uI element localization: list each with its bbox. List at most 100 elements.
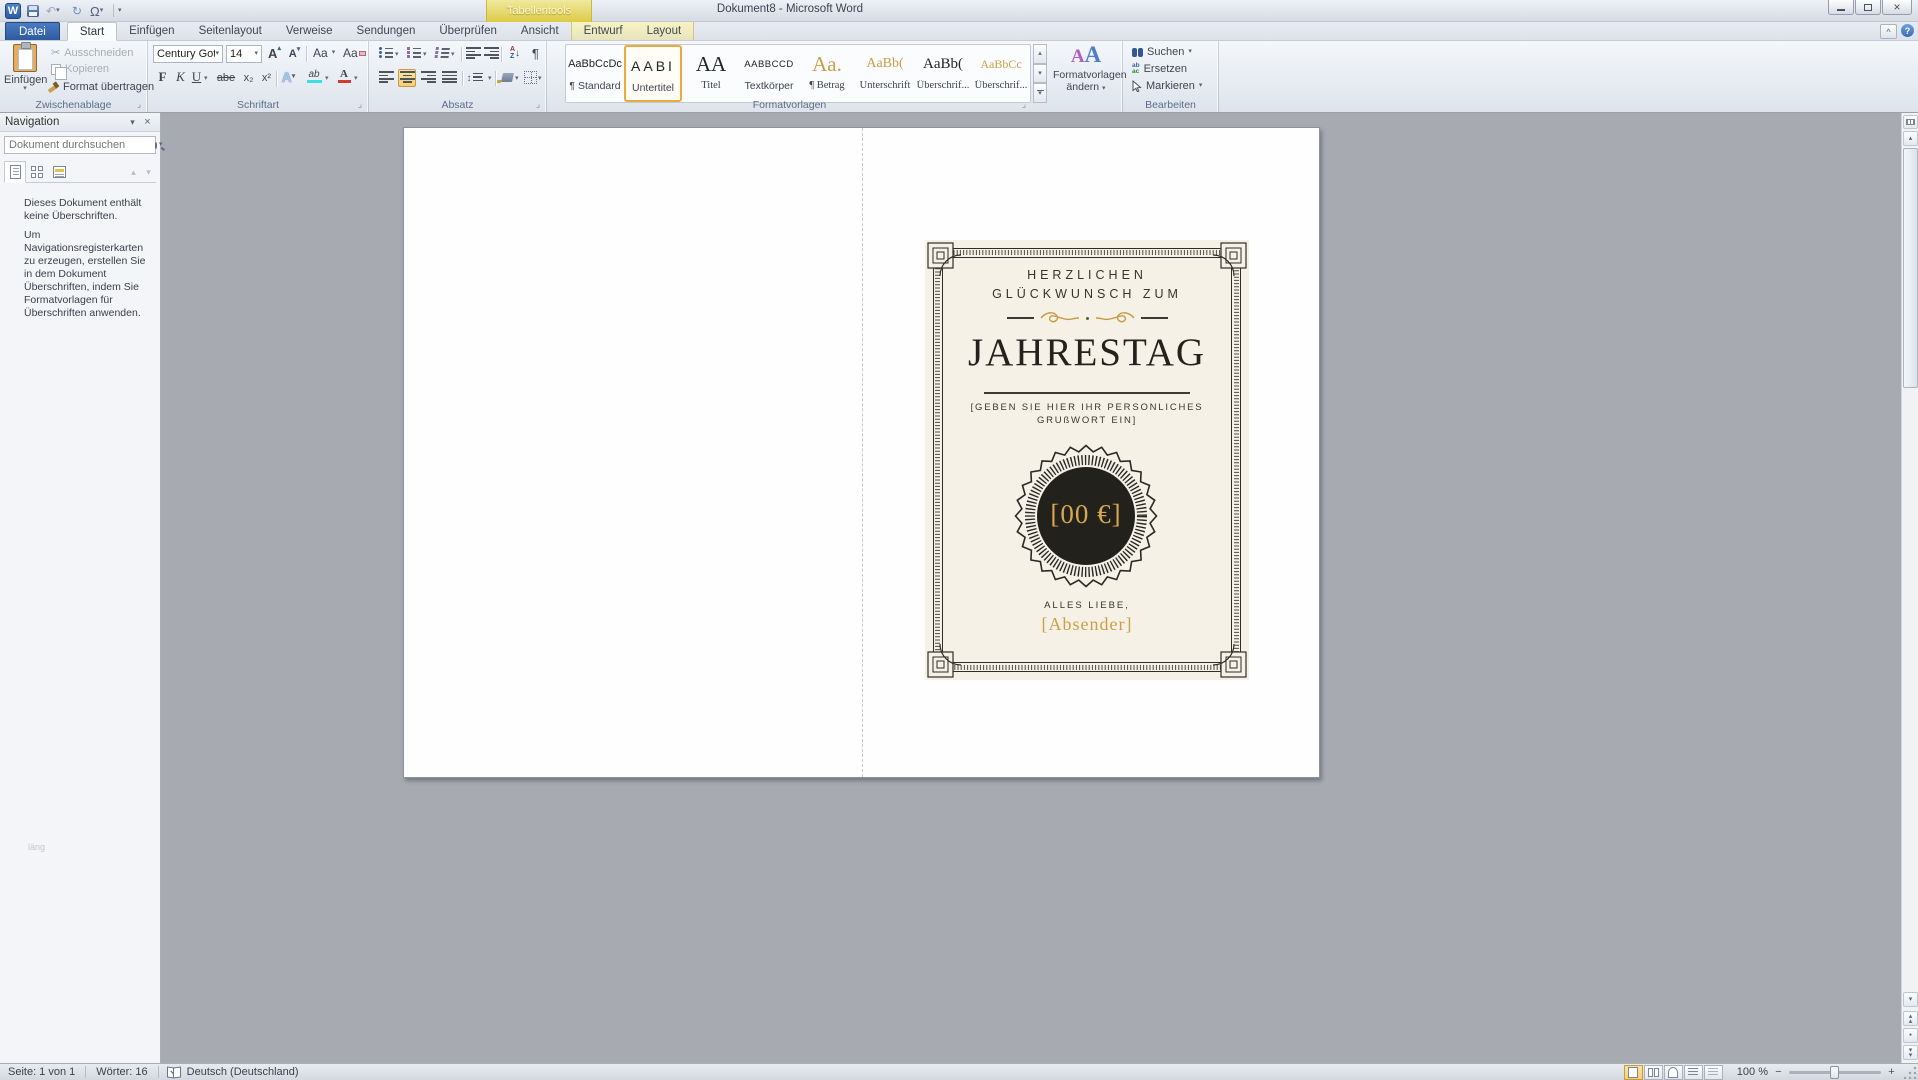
zoom-slider-thumb[interactable] bbox=[1830, 1065, 1839, 1079]
bullets-button[interactable] bbox=[377, 46, 394, 62]
scroll-down-button[interactable]: ▾ bbox=[1903, 992, 1918, 1007]
replace-button[interactable]: ab ac Ersetzen bbox=[1129, 62, 1190, 76]
italic-button[interactable]: K bbox=[172, 69, 189, 85]
chevron-down-icon[interactable]: ▾ bbox=[488, 75, 492, 82]
previous-heading-button[interactable]: ▴ bbox=[126, 165, 141, 179]
highlight-button[interactable]: ab bbox=[304, 69, 324, 83]
chevron-down-icon[interactable]: ▾ bbox=[395, 51, 399, 58]
undo-button[interactable]: ↶ ▾ bbox=[46, 3, 60, 19]
tab-ueberpruefen[interactable]: Überprüfen bbox=[427, 22, 509, 40]
multilevel-list-button[interactable] bbox=[433, 46, 450, 62]
scroll-up-button[interactable]: ▴ bbox=[1903, 131, 1918, 146]
chevron-down-icon[interactable]: ▾ bbox=[451, 51, 455, 58]
line-spacing-button[interactable]: ↕ bbox=[466, 70, 483, 86]
decrease-indent-button[interactable] bbox=[465, 46, 482, 62]
style-untertitel[interactable]: AABI Untertitel bbox=[624, 45, 682, 102]
paste-button[interactable]: Einfügen ▾ bbox=[4, 42, 47, 100]
document-page[interactable]: HERZLICHEN GLÜCKWUNSCH ZUM JAHRESTAG [GE… bbox=[403, 127, 1320, 778]
document-search-box[interactable]: ▾ bbox=[4, 136, 163, 154]
font-color-button[interactable]: A bbox=[336, 68, 352, 83]
draft-view-button[interactable] bbox=[1703, 1064, 1723, 1080]
tab-datei[interactable]: Datei bbox=[5, 22, 60, 40]
grow-font-button[interactable]: A ▴ bbox=[266, 45, 283, 61]
close-button[interactable]: × bbox=[1882, 0, 1912, 15]
tab-ansicht[interactable]: Ansicht bbox=[509, 22, 571, 40]
maximize-button[interactable] bbox=[1855, 0, 1881, 15]
dialog-launcher-icon[interactable]: ⌟ bbox=[1019, 100, 1029, 110]
qat-customize-button[interactable]: ▾ bbox=[118, 3, 122, 19]
chevron-down-icon[interactable]: ▾ bbox=[538, 75, 542, 82]
align-left-button[interactable] bbox=[377, 69, 395, 87]
tab-seitenlayout[interactable]: Seitenlayout bbox=[187, 22, 274, 40]
tab-sendungen[interactable]: Sendungen bbox=[345, 22, 428, 40]
style-textkoerper[interactable]: AABBCCD Textkörper bbox=[740, 45, 798, 102]
borders-button[interactable] bbox=[522, 69, 539, 85]
gallery-scroll-up-button[interactable]: ▴ bbox=[1033, 44, 1047, 64]
tab-einfuegen[interactable]: Einfügen bbox=[117, 22, 186, 40]
select-button[interactable]: Markieren ▾ bbox=[1129, 79, 1205, 93]
style-titel[interactable]: AA Titel bbox=[682, 45, 740, 102]
vertical-scrollbar[interactable]: ▴ ▾ ▴ ▴ ● ▾ ▾ bbox=[1901, 113, 1918, 1063]
previous-page-button[interactable]: ▴ ▴ bbox=[1903, 1011, 1918, 1026]
search-input[interactable] bbox=[5, 139, 155, 151]
zoom-slider[interactable] bbox=[1789, 1065, 1881, 1079]
minimize-button[interactable] bbox=[1828, 0, 1854, 15]
change-case-button[interactable]: Aa ▾ bbox=[310, 45, 338, 61]
font-name-combo[interactable]: Century Goth ▾ bbox=[153, 45, 223, 63]
chevron-down-icon[interactable]: ▾ bbox=[515, 75, 519, 82]
find-button[interactable]: Suchen ▾ bbox=[1129, 45, 1195, 59]
style-ueberschrift1[interactable]: AaBb( Überschrif... bbox=[914, 45, 972, 102]
redo-button[interactable]: ↻ bbox=[72, 3, 82, 19]
style-betrag[interactable]: Aa. ¶ Betrag bbox=[798, 45, 856, 102]
next-heading-button[interactable]: ▾ bbox=[141, 165, 156, 179]
shrink-font-button[interactable]: A ▾ bbox=[286, 46, 303, 62]
zoom-out-button[interactable]: − bbox=[1772, 1066, 1785, 1079]
page-indicator[interactable]: Seite: 1 von 1 bbox=[4, 1066, 79, 1078]
web-layout-view-button[interactable] bbox=[1663, 1064, 1683, 1080]
gallery-scroll-down-button[interactable]: ▾ bbox=[1033, 63, 1047, 84]
change-styles-button[interactable]: AA Formatvorlagen ändern ▾ bbox=[1053, 43, 1127, 94]
subscript-button[interactable]: x₂ bbox=[240, 70, 257, 86]
fullscreen-reading-view-button[interactable] bbox=[1643, 1064, 1663, 1080]
format-painter-button[interactable]: Format übertragen bbox=[44, 80, 157, 94]
language-indicator[interactable]: Deutsch (Deutschland) bbox=[183, 1066, 303, 1078]
pane-menu-button[interactable]: ▾ bbox=[125, 115, 140, 129]
tab-browse-pages[interactable] bbox=[26, 161, 48, 183]
copy-button[interactable]: Kopieren bbox=[48, 62, 112, 80]
zoom-level[interactable]: 100 % bbox=[1733, 1066, 1772, 1078]
outline-view-button[interactable] bbox=[1683, 1064, 1703, 1080]
style-standard[interactable]: AaBbCcDc ¶ Standard bbox=[566, 45, 624, 102]
minimize-ribbon-button[interactable]: ^ bbox=[1880, 24, 1897, 39]
help-button[interactable]: ? bbox=[1901, 24, 1914, 37]
dialog-launcher-icon[interactable]: ⌟ bbox=[134, 100, 144, 110]
shading-button[interactable] bbox=[499, 69, 516, 85]
proofing-status-icon[interactable] bbox=[167, 1067, 181, 1077]
chevron-down-icon[interactable]: ▾ bbox=[204, 75, 208, 82]
word-count[interactable]: Wörter: 16 bbox=[92, 1066, 151, 1078]
tab-browse-results[interactable] bbox=[48, 161, 70, 183]
chevron-down-icon[interactable]: ▾ bbox=[423, 51, 427, 58]
tab-verweise[interactable]: Verweise bbox=[274, 22, 345, 40]
dialog-launcher-icon[interactable]: ⌟ bbox=[533, 100, 543, 110]
zoom-in-button[interactable]: + bbox=[1885, 1066, 1898, 1079]
underline-button[interactable]: U bbox=[188, 69, 205, 85]
tab-browse-headings[interactable] bbox=[4, 161, 26, 183]
tab-entwurf[interactable]: Entwurf bbox=[572, 22, 635, 40]
greeting-card[interactable]: HERZLICHEN GLÜCKWUNSCH ZUM JAHRESTAG [GE… bbox=[925, 240, 1249, 680]
clear-formatting-button[interactable]: Aa bbox=[340, 45, 369, 61]
justify-button[interactable] bbox=[440, 69, 458, 87]
resize-grip[interactable] bbox=[1904, 1065, 1918, 1079]
chevron-down-icon[interactable]: ▾ bbox=[354, 75, 358, 82]
symbol-button[interactable]: Ω ▾ bbox=[90, 3, 103, 19]
next-page-button[interactable]: ▾ ▾ bbox=[1903, 1045, 1918, 1060]
strikethrough-button[interactable]: abe bbox=[214, 70, 238, 86]
text-effects-button[interactable]: A ▾ bbox=[280, 69, 297, 85]
numbering-button[interactable] bbox=[405, 46, 422, 62]
pane-close-button[interactable]: × bbox=[140, 115, 155, 129]
increase-indent-button[interactable] bbox=[483, 46, 500, 62]
dialog-launcher-icon[interactable]: ⌟ bbox=[355, 100, 365, 110]
style-unterschrift[interactable]: AaBb( Unterschrift bbox=[856, 45, 914, 102]
tab-start[interactable]: Start bbox=[66, 22, 118, 41]
ruler-toggle-button[interactable] bbox=[1903, 115, 1918, 129]
sort-button[interactable]: AZ ↓ bbox=[505, 45, 525, 61]
